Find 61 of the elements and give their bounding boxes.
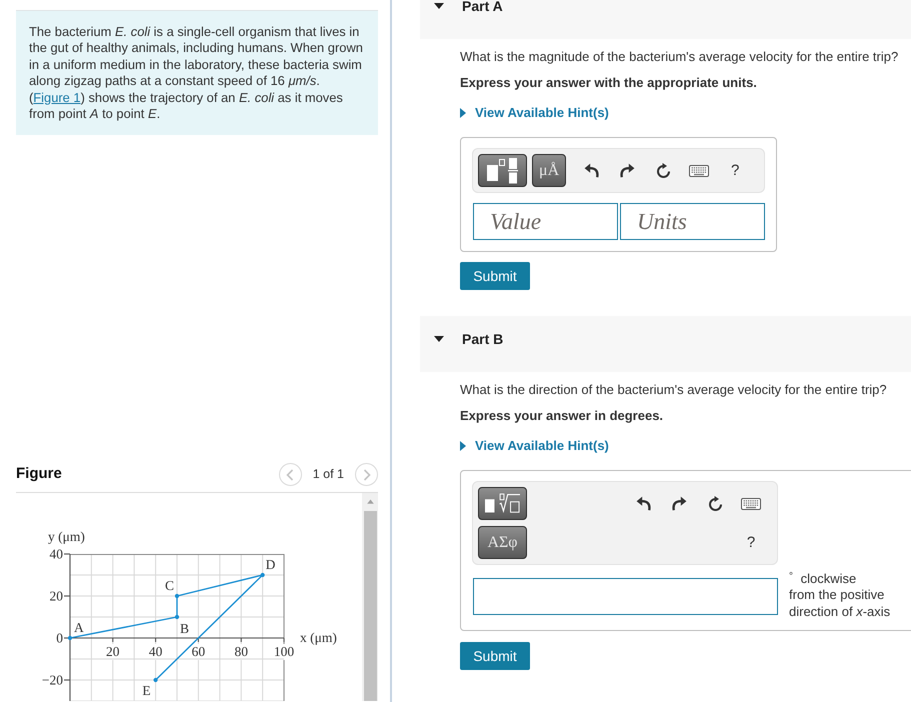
point-label: D [266, 557, 276, 572]
part-title: Part A [462, 0, 503, 14]
symbols-button[interactable]: ΑΣφ [478, 526, 527, 559]
help-button[interactable]: ? [730, 160, 740, 180]
keyboard-icon[interactable] [689, 164, 710, 176]
tick-label: 20 [50, 588, 63, 604]
question-text: What is the direction of the bacterium's average velocity for the entire trip? [460, 382, 888, 398]
answer-field[interactable] [473, 578, 778, 615]
submit-button[interactable]: Submit [460, 642, 530, 670]
tick-label: 40 [50, 546, 63, 562]
tick-label: 60 [192, 644, 206, 659]
part-header[interactable]: Part A [420, 0, 911, 39]
templates-button[interactable] [478, 487, 527, 520]
undo-icon[interactable] [584, 163, 599, 178]
tick-label: 20 [106, 644, 120, 659]
data-point [174, 594, 180, 598]
symbols-button[interactable]: μÅ [532, 154, 566, 187]
point-label: B [180, 621, 190, 636]
tick-label: −20 [42, 672, 63, 688]
tick-label: 0 [56, 630, 63, 646]
data-point [174, 614, 180, 620]
tick-label: 40 [148, 644, 162, 659]
help-button[interactable]: ? [746, 532, 756, 552]
scroll-thumb[interactable] [364, 510, 376, 701]
point-label: E [142, 683, 151, 698]
axis-title: x (μm) [300, 630, 337, 645]
point-label: C [164, 578, 174, 593]
instruction-text: Express your answer in degrees. [460, 408, 664, 424]
figure-link[interactable]: Figure 1 [33, 90, 81, 105]
undo-icon[interactable] [636, 496, 650, 511]
data-point [154, 678, 158, 682]
scrollbar[interactable] [362, 493, 378, 701]
data-point [260, 572, 265, 578]
reset-icon[interactable] [656, 163, 671, 178]
point-label: A [74, 620, 84, 635]
submit-button[interactable]: Submit [460, 262, 530, 290]
answer-field[interactable]: Value [473, 203, 618, 240]
part-title: Part B [462, 331, 504, 347]
figure-title: Figure [16, 464, 62, 484]
reset-icon[interactable] [708, 496, 722, 511]
part-header[interactable]: Part B [420, 316, 911, 372]
intro-text: The bacterium E. coli is a single-cell organism that lives in the gut of healthy animals, including humans. When grown in a uniform medium in the laboratory, these bacteria swim along zigzag paths at a constant speed of 16 μm/s. (Figure 1) shows the trajectory of an E. coli as it moves from point A to point E. [29, 24, 364, 122]
chevron-right-icon [362, 468, 370, 480]
data-point [68, 636, 72, 640]
axis-title: y (μm) [48, 529, 85, 544]
hints-link[interactable]: View Available Hint(s) [460, 438, 609, 454]
keyboard-icon[interactable] [741, 498, 761, 510]
page-counter: 1 of 1 [312, 466, 344, 484]
instruction-text: Express your answer with the appropriate units. [460, 75, 758, 91]
root-template-icon [485, 493, 520, 514]
redo-icon[interactable] [672, 496, 686, 511]
answer-field[interactable]: Units [620, 203, 765, 240]
chevron-left-icon [286, 468, 294, 480]
fraction-template-icon [487, 158, 518, 184]
tick-label: 100 [274, 644, 294, 659]
hints-link[interactable]: View Available Hint(s) [460, 105, 609, 121]
redo-icon[interactable] [620, 163, 635, 178]
unit-text: $^{°}$ clockwise from the positive direction of x-axis [789, 570, 892, 620]
templates-button[interactable] [478, 154, 527, 187]
question-text: What is the magnitude of the bacterium's average velocity for the entire trip? [460, 49, 900, 65]
tick-label: 80 [234, 644, 248, 659]
